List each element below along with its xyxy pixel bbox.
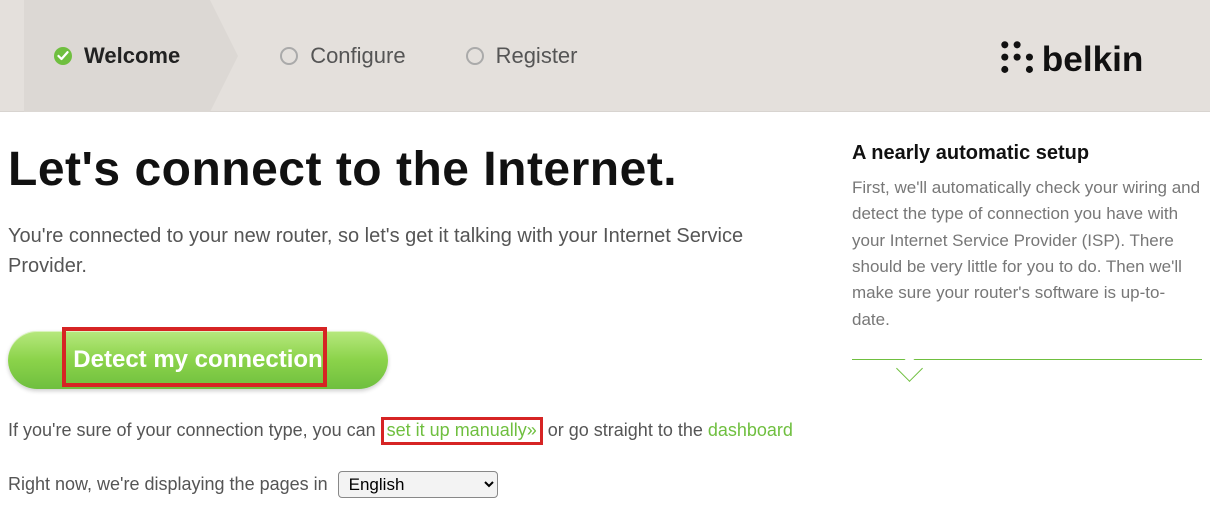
- svg-text:belkin: belkin: [1042, 40, 1144, 79]
- main-column: Let's connect to the Internet. You're co…: [8, 142, 832, 498]
- language-label: Right now, we're displaying the pages in: [8, 474, 328, 495]
- step-register-label: Register: [496, 43, 578, 69]
- circle-icon: [280, 47, 298, 65]
- divider-notch: [852, 359, 1202, 360]
- side-column: A nearly automatic setup First, we'll au…: [832, 142, 1202, 498]
- page-title: Let's connect to the Internet.: [8, 142, 832, 197]
- language-select[interactable]: English: [338, 471, 498, 498]
- circle-icon: [466, 47, 484, 65]
- brand-logo: belkin: [996, 36, 1190, 80]
- dashboard-link[interactable]: dashboard: [708, 420, 793, 440]
- step-configure[interactable]: Configure: [210, 0, 435, 112]
- side-body: First, we'll automatically check your wi…: [852, 175, 1202, 333]
- language-row: Right now, we're displaying the pages in…: [8, 471, 832, 498]
- detect-connection-button[interactable]: Detect my connection: [8, 331, 388, 389]
- detect-button-container: Detect my connection: [8, 331, 388, 389]
- intro-text: You're connected to your new router, so …: [8, 221, 768, 281]
- wizard-steps: Welcome Configure Register: [24, 0, 608, 112]
- check-icon: [54, 47, 72, 65]
- sub-mid: or go straight to the: [548, 420, 708, 440]
- annotation-highlight: set it up manually»: [381, 417, 543, 445]
- alternative-text: If you're sure of your connection type, …: [8, 417, 832, 445]
- wizard-header: Welcome Configure Register belkin: [0, 0, 1210, 112]
- step-welcome[interactable]: Welcome: [24, 0, 210, 112]
- step-configure-label: Configure: [310, 43, 405, 69]
- page-content: Let's connect to the Internet. You're co…: [0, 112, 1210, 508]
- step-welcome-label: Welcome: [84, 43, 180, 69]
- sub-pre: If you're sure of your connection type, …: [8, 420, 381, 440]
- side-title: A nearly automatic setup: [852, 142, 1202, 165]
- step-register[interactable]: Register: [436, 0, 608, 112]
- manual-setup-link[interactable]: set it up manually»: [387, 420, 537, 440]
